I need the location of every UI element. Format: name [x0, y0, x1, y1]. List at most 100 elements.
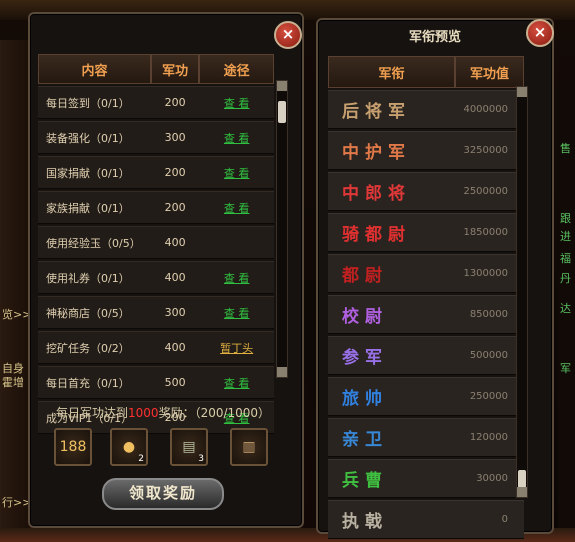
bamboo-scroll-icon[interactable]: ▥: [230, 428, 268, 466]
close-icon[interactable]: ×: [274, 21, 302, 49]
rank-merit-value: 0: [455, 500, 524, 539]
task-name: 国家捐献（0/1）: [38, 156, 151, 189]
task-row: 神秘商店（0/5） 300 查 看: [38, 296, 274, 329]
view-link[interactable]: 查 看: [224, 167, 250, 180]
rank-name: 校尉: [328, 295, 455, 334]
task-row: 挖矿任务（0/2） 400 暂丁头: [38, 331, 274, 364]
task-action-cell: 查 看: [199, 296, 274, 329]
goal-progress: 奖励：（200/1000）: [158, 406, 271, 420]
scroll-up-arrow-icon[interactable]: [517, 87, 527, 97]
right-strip-text: 达: [560, 302, 571, 315]
view-link[interactable]: 暂丁头: [220, 342, 253, 355]
daily-merit-panel: 内容 军功 途径 每日签到（0/1） 200 查 看装备强化（0/1） 300 查 看国…: [28, 12, 304, 528]
task-action-cell: 查 看: [199, 121, 274, 154]
rank-merit-value: 4000000: [455, 90, 524, 129]
view-link[interactable]: 查 看: [224, 307, 250, 320]
task-row: 装备强化（0/1） 300 查 看: [38, 121, 274, 154]
rank-row: 校尉 850000: [328, 295, 524, 334]
task-row: 每日签到（0/1） 200 查 看: [38, 86, 274, 119]
rank-merit-value: 250000: [455, 377, 524, 416]
rank-row: 中护军 3250000: [328, 131, 524, 170]
task-list-scrollbar[interactable]: [276, 80, 288, 378]
task-name: 使用经验玉（0/5）: [38, 226, 151, 259]
view-link[interactable]: 查 看: [224, 132, 250, 145]
column-header-rank: 军衔: [328, 56, 455, 88]
right-strip-text: 军: [560, 362, 571, 375]
task-merit: 400: [150, 226, 200, 259]
merit-task-table: 内容 军功 途径 每日签到（0/1） 200 查 看装备强化（0/1） 300 查 看国…: [38, 52, 274, 436]
scroll-thumb[interactable]: [278, 101, 286, 123]
task-name: 家族捐献（0/1）: [38, 191, 151, 224]
right-strip-text: 进: [560, 230, 571, 243]
right-strip-text: 售: [560, 142, 571, 155]
right-strip-text: 跟: [560, 212, 571, 225]
fire-orb-icon[interactable]: ● 2: [110, 428, 148, 466]
rank-row: 骑都尉 1850000: [328, 213, 524, 252]
task-row: 家族捐献（0/1） 200 查 看: [38, 191, 274, 224]
goal-amount: 1000: [128, 406, 159, 420]
rank-preview-panel: 军衔预览 军衔 军功值 后将军 4000000 中护军 3250000 中郎将 25000…: [316, 18, 554, 539]
rank-table: 军衔 军功值 后将军 4000000 中护军 3250000 中郎将 2500000 骑都尉…: [328, 54, 524, 541]
task-merit: 200: [150, 191, 200, 224]
rank-row: 后将军 4000000: [328, 90, 524, 129]
task-merit: 500: [150, 366, 200, 399]
right-background-window: 售 跟 进 福 丹 达 军: [558, 80, 575, 540]
scroll-thumb[interactable]: [518, 470, 526, 488]
scroll-up-arrow-icon[interactable]: [277, 81, 287, 91]
rank-name: 都尉: [328, 254, 455, 293]
rank-name: 亲卫: [328, 418, 455, 457]
rank-row: 旅帅 250000: [328, 377, 524, 416]
task-merit: 200: [150, 156, 200, 189]
rank-row: 亲卫 120000: [328, 418, 524, 457]
rank-row: 都尉 1300000: [328, 254, 524, 293]
column-header-merit: 军功: [150, 54, 200, 84]
rank-row: 中郎将 2500000: [328, 172, 524, 211]
task-merit: 300: [150, 296, 200, 329]
task-action-cell: 查 看: [199, 86, 274, 119]
task-name: 每日首充（0/1）: [38, 366, 151, 399]
task-merit: 200: [150, 86, 200, 119]
scroll-icon[interactable]: ▤ 3: [170, 428, 208, 466]
left-strip-text: 霍增: [2, 376, 24, 389]
goal-prefix: 每日军功达到: [56, 406, 129, 420]
rank-name: 兵曹: [328, 459, 455, 498]
view-link[interactable]: 查 看: [224, 272, 250, 285]
rank-merit-value: 30000: [455, 459, 524, 498]
reward-label: 188: [59, 439, 87, 455]
task-action-cell: 查 看: [199, 156, 274, 189]
close-icon[interactable]: ×: [526, 19, 554, 47]
view-link[interactable]: 查 看: [224, 202, 250, 215]
task-row: 使用经验玉（0/5） 400: [38, 226, 274, 259]
rank-name: 执戟: [328, 500, 455, 539]
rank-row: 执戟 0: [328, 500, 524, 539]
rank-row: 兵曹 30000: [328, 459, 524, 498]
right-strip-text: 福: [560, 252, 571, 265]
rank-name: 后将军: [328, 90, 455, 129]
scroll-down-arrow-icon[interactable]: [277, 367, 287, 377]
task-row: 每日首充（0/1） 500 查 看: [38, 366, 274, 399]
rank-name: 骑都尉: [328, 213, 455, 252]
task-action-cell: 查 看: [199, 261, 274, 294]
rank-name: 中郎将: [328, 172, 455, 211]
rank-merit-value: 500000: [455, 336, 524, 375]
task-action-cell: 暂丁头: [199, 331, 274, 364]
claim-reward-button[interactable]: 领取奖励: [102, 478, 224, 510]
view-link[interactable]: 查 看: [224, 97, 250, 110]
task-name: 挖矿任务（0/2）: [38, 331, 151, 364]
rank-list-scrollbar[interactable]: [516, 86, 528, 498]
column-header-content: 内容: [38, 54, 151, 84]
rank-merit-value: 850000: [455, 295, 524, 334]
task-name: 每日签到（0/1）: [38, 86, 151, 119]
gold-ticket-icon[interactable]: 188: [54, 428, 92, 466]
rank-name: 中护军: [328, 131, 455, 170]
rank-merit-value: 3250000: [455, 131, 524, 170]
view-link[interactable]: 查 看: [224, 377, 250, 390]
left-background-window: 览>> 自身 霍增 行>>: [0, 40, 31, 540]
column-header-merit-value: 军功值: [455, 56, 524, 88]
task-merit: 400: [150, 331, 200, 364]
daily-goal-text: 每日军功达到1000奖励：（200/1000）: [56, 404, 270, 421]
task-row: 使用礼券（0/1） 400 查 看: [38, 261, 274, 294]
task-action-cell: 查 看: [199, 191, 274, 224]
rank-merit-value: 120000: [455, 418, 524, 457]
scroll-down-arrow-icon[interactable]: [517, 487, 527, 497]
